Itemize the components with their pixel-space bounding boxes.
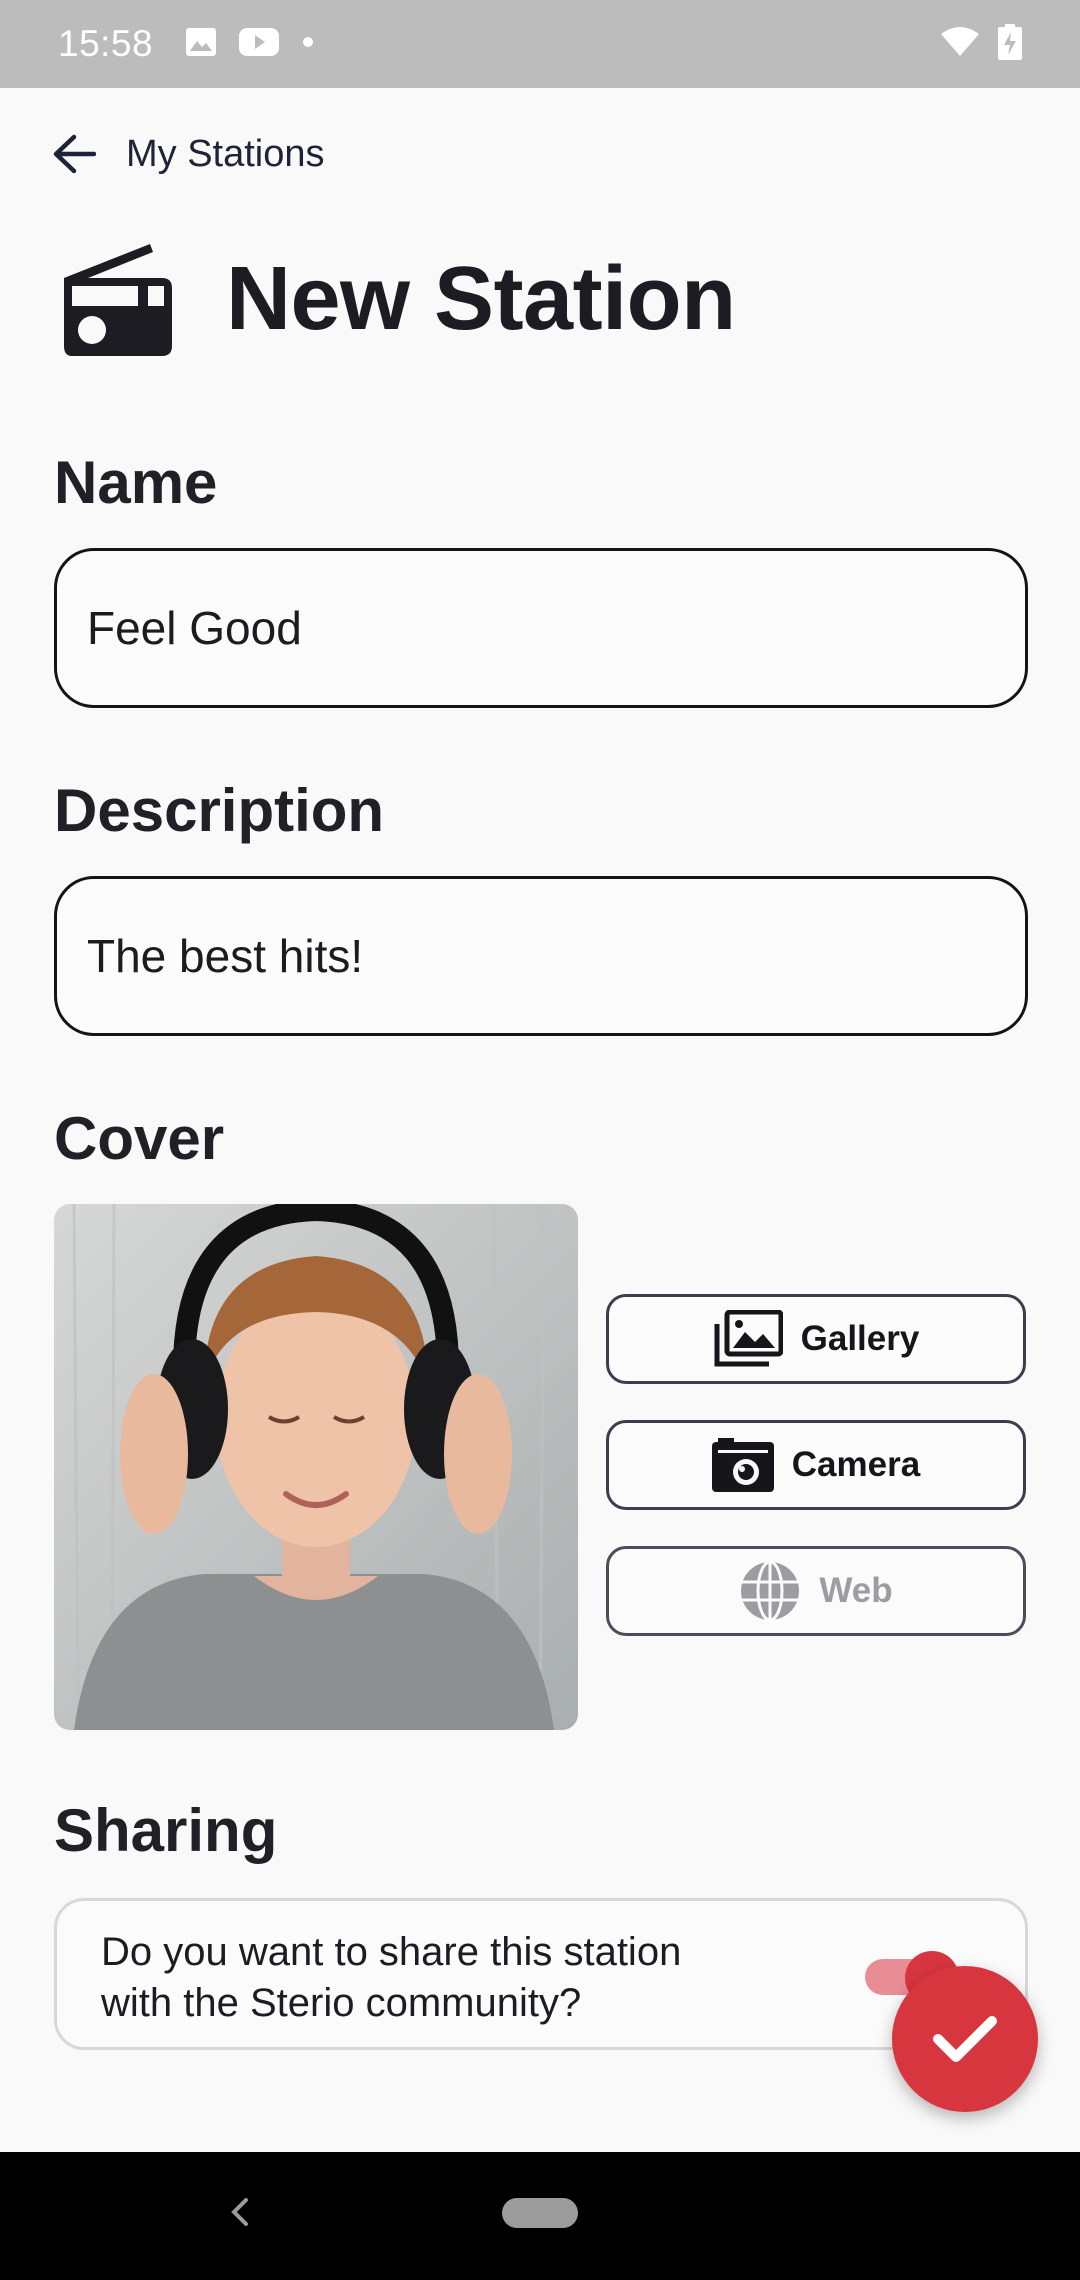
notification-icons [185, 27, 315, 62]
battery-charging-icon [998, 23, 1022, 65]
wifi-icon [940, 26, 980, 63]
back-navigation[interactable]: My Stations [52, 132, 325, 176]
description-label: Description [54, 777, 385, 844]
arrow-back-icon[interactable] [52, 132, 96, 176]
youtube-icon [239, 27, 280, 62]
sharing-question: Do you want to share this station with t… [101, 1930, 682, 2025]
globe-icon [741, 1560, 800, 1622]
sharing-label: Sharing [54, 1797, 278, 1864]
name-label: Name [54, 449, 218, 516]
cover-label: Cover [54, 1105, 225, 1172]
camera-icon [711, 1438, 774, 1492]
web-button[interactable]: Web [606, 1546, 1026, 1636]
system-nav-bar [0, 2152, 1080, 2280]
description-field[interactable]: The best hits! [54, 876, 1028, 1036]
system-icons [940, 23, 1022, 65]
gallery-icon [714, 1310, 783, 1367]
web-button-label: Web [819, 1571, 893, 1610]
gallery-button-label: Gallery [800, 1319, 920, 1358]
radio-icon [58, 240, 176, 358]
back-label[interactable]: My Stations [126, 133, 325, 176]
cover-image [54, 1204, 578, 1730]
status-time: 15:58 [58, 23, 154, 64]
camera-button-label: Camera [791, 1445, 921, 1484]
camera-button[interactable]: Camera [606, 1420, 1026, 1510]
page-header: New Station [58, 240, 736, 358]
nav-back-icon[interactable] [228, 2194, 252, 2235]
dot-icon [301, 35, 315, 54]
gallery-button[interactable]: Gallery [606, 1294, 1026, 1384]
save-fab-button[interactable] [892, 1966, 1038, 2112]
nav-home-pill[interactable] [502, 2198, 578, 2228]
page-title: New Station [226, 248, 736, 349]
status-bar: 15:58 [0, 0, 1080, 88]
check-icon [933, 2016, 997, 2062]
sharing-card: Do you want to share this station with t… [54, 1898, 1028, 2050]
name-field[interactable]: Feel Good [54, 548, 1028, 708]
image-icon [185, 27, 217, 62]
